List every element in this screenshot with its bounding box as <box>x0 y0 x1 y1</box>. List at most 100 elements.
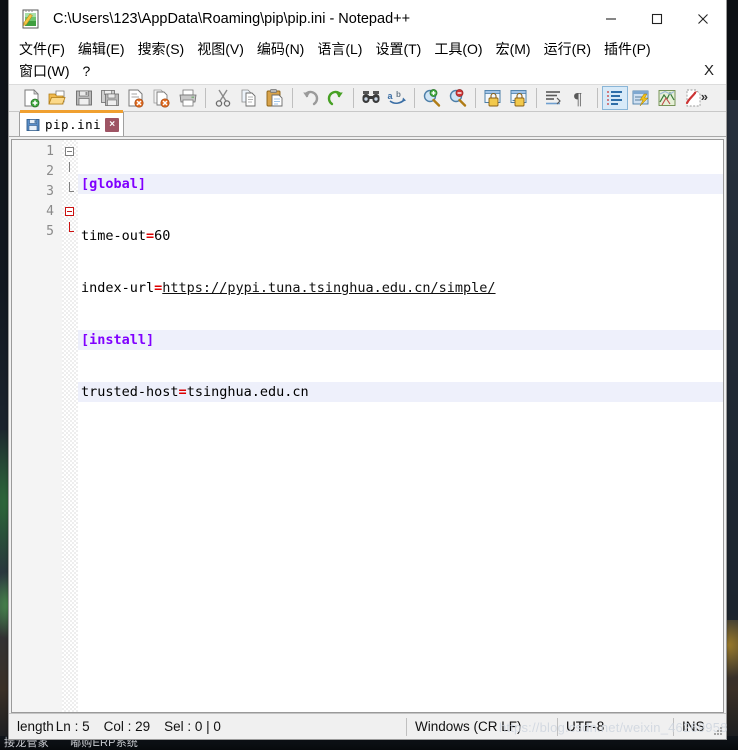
svg-text:b: b <box>396 90 401 99</box>
status-bar: length Ln : 5 Col : 29 Sel : 0 | 0 Windo… <box>9 713 727 740</box>
line-number: 2 <box>46 164 54 179</box>
resize-grip[interactable] <box>713 726 723 736</box>
show-all-characters-icon[interactable]: ¶ <box>567 86 593 110</box>
menu-item-run[interactable]: 运行(R) <box>544 38 591 60</box>
close-document-button[interactable]: X <box>704 62 714 79</box>
copy-icon[interactable] <box>236 86 262 110</box>
ini-key-index-url: index-url <box>81 280 155 296</box>
toolbar-separator <box>414 88 415 108</box>
tab-label: pip.ini <box>45 117 102 132</box>
toolbar-separator <box>475 88 476 108</box>
paste-icon[interactable] <box>262 86 288 110</box>
sync-horizontal-scroll-icon[interactable] <box>506 86 532 110</box>
print-icon[interactable] <box>175 86 201 110</box>
fold-toggle-line-1[interactable] <box>62 142 78 162</box>
code-folding-margin[interactable] <box>62 140 78 712</box>
line-number: 5 <box>46 224 54 239</box>
close-file-icon[interactable] <box>123 86 149 110</box>
fold-toggle-line-4[interactable] <box>62 202 78 222</box>
menu-item-view[interactable]: 视图(V) <box>197 38 244 60</box>
save-blue-icon <box>26 118 40 132</box>
zoom-in-icon[interactable] <box>419 86 445 110</box>
toolbar-overflow-chevron[interactable]: » <box>701 89 708 104</box>
maximize-button[interactable] <box>634 0 680 38</box>
svg-text:a: a <box>388 91 394 101</box>
status-line: Ln : 5 <box>55 719 90 734</box>
save-icon[interactable] <box>71 86 97 110</box>
zoom-out-icon[interactable] <box>445 86 471 110</box>
line-number-gutter: 1 2 3 4 5 <box>12 140 62 712</box>
toolbar-separator <box>353 88 354 108</box>
ini-section-install: [install] <box>81 332 155 348</box>
indent-guide-icon[interactable] <box>602 86 628 110</box>
menu-item-macro[interactable]: 宏(M) <box>496 38 531 60</box>
menu-item-file[interactable]: 文件(F) <box>19 38 65 60</box>
menu-row-secondary: 窗口(W) ? <box>9 60 726 82</box>
menu-item-encoding[interactable]: 编码(N) <box>257 38 304 60</box>
menu-item-search[interactable]: 搜索(S) <box>138 38 185 60</box>
ini-section-global: [global] <box>81 176 147 192</box>
close-all-icon[interactable] <box>149 86 175 110</box>
code-line-5[interactable]: trusted-host=tsinghua.edu.cn <box>78 382 723 402</box>
code-line-3[interactable]: index-url=https://pypi.tuna.tsinghua.edu… <box>78 278 723 298</box>
code-line-4[interactable]: [install] <box>78 330 723 350</box>
fold-line-3-end <box>62 182 78 202</box>
find-icon[interactable] <box>358 86 384 110</box>
sync-vertical-scroll-icon[interactable] <box>480 86 506 110</box>
menu-item-tools[interactable]: 工具(O) <box>434 38 482 60</box>
notepad-pencil-icon <box>21 8 43 30</box>
menu-item-edit[interactable]: 编辑(E) <box>78 38 125 60</box>
editor-area[interactable]: 1 2 3 4 5 [global] time-out=60 index-url… <box>11 139 724 713</box>
redo-icon[interactable] <box>323 86 349 110</box>
code-line-2[interactable]: time-out=60 <box>78 226 723 246</box>
status-column: Col : 29 <box>103 719 151 734</box>
close-button[interactable] <box>680 0 726 38</box>
cut-icon[interactable] <box>210 86 236 110</box>
save-all-icon[interactable] <box>97 86 123 110</box>
ini-key-time-out: time-out <box>81 228 147 244</box>
toolbar-separator <box>292 88 293 108</box>
status-selection: Sel : 0 | 0 <box>164 719 221 734</box>
menu-item-language[interactable]: 语言(L) <box>317 38 362 60</box>
window-title: C:\Users\123\AppData\Roaming\pip\pip.ini… <box>53 10 411 27</box>
user-defined-dialog-icon[interactable] <box>628 86 654 110</box>
status-length: length <box>17 719 54 734</box>
fold-line-2 <box>62 162 78 182</box>
code-line-1[interactable]: [global] <box>78 174 723 194</box>
line-number: 3 <box>46 184 54 199</box>
minimize-button[interactable] <box>588 0 634 38</box>
tab-pip-ini[interactable]: pip.ini × <box>19 110 125 136</box>
fold-collapse-icon-active[interactable] <box>65 207 74 216</box>
ini-value-trusted-host: tsinghua.edu.cn <box>186 384 309 400</box>
menu-bar: 文件(F) 编辑(E) 搜索(S) 视图(V) 编码(N) 语言(L) 设置(T… <box>9 38 726 84</box>
title-bar[interactable]: C:\Users\123\AppData\Roaming\pip\pip.ini… <box>9 0 726 38</box>
undo-icon[interactable] <box>297 86 323 110</box>
equals-sign: = <box>178 384 187 400</box>
replace-icon[interactable]: a b <box>384 86 410 110</box>
toolbar-separator <box>205 88 206 108</box>
notepad-plus-plus-window: C:\Users\123\AppData\Roaming\pip\pip.ini… <box>8 0 727 740</box>
status-encoding[interactable]: UTF-8 <box>558 714 673 740</box>
svg-text:¶: ¶ <box>574 89 582 108</box>
tab-close-icon[interactable]: × <box>105 117 120 132</box>
word-wrap-icon[interactable] <box>541 86 567 110</box>
toolbar-separator <box>597 88 598 108</box>
tab-active-indicator <box>20 110 124 113</box>
toolbar-separator <box>536 88 537 108</box>
menu-item-settings[interactable]: 设置(T) <box>375 38 421 60</box>
document-map-icon[interactable] <box>654 86 680 110</box>
code-text[interactable]: [global] time-out=60 index-url=https://p… <box>78 140 723 712</box>
menu-item-plugins[interactable]: 插件(P) <box>604 38 651 60</box>
menu-item-window[interactable]: 窗口(W) <box>19 60 70 82</box>
ini-value-index-url[interactable]: https://pypi.tuna.tsinghua.edu.cn/simple… <box>162 280 495 296</box>
new-file-icon[interactable] <box>19 86 45 110</box>
menu-item-help[interactable]: ? <box>83 60 91 82</box>
tab-bar: pip.ini × <box>9 110 726 137</box>
line-number: 4 <box>46 204 54 219</box>
menu-row-primary: 文件(F) 编辑(E) 搜索(S) 视图(V) 编码(N) 语言(L) 设置(T… <box>9 38 726 60</box>
ini-value-time-out: 60 <box>154 228 171 244</box>
open-file-icon[interactable] <box>45 86 71 110</box>
window-controls <box>588 0 726 38</box>
status-eol-format[interactable]: Windows (CR LF) <box>407 714 557 740</box>
fold-collapse-icon[interactable] <box>65 147 74 156</box>
